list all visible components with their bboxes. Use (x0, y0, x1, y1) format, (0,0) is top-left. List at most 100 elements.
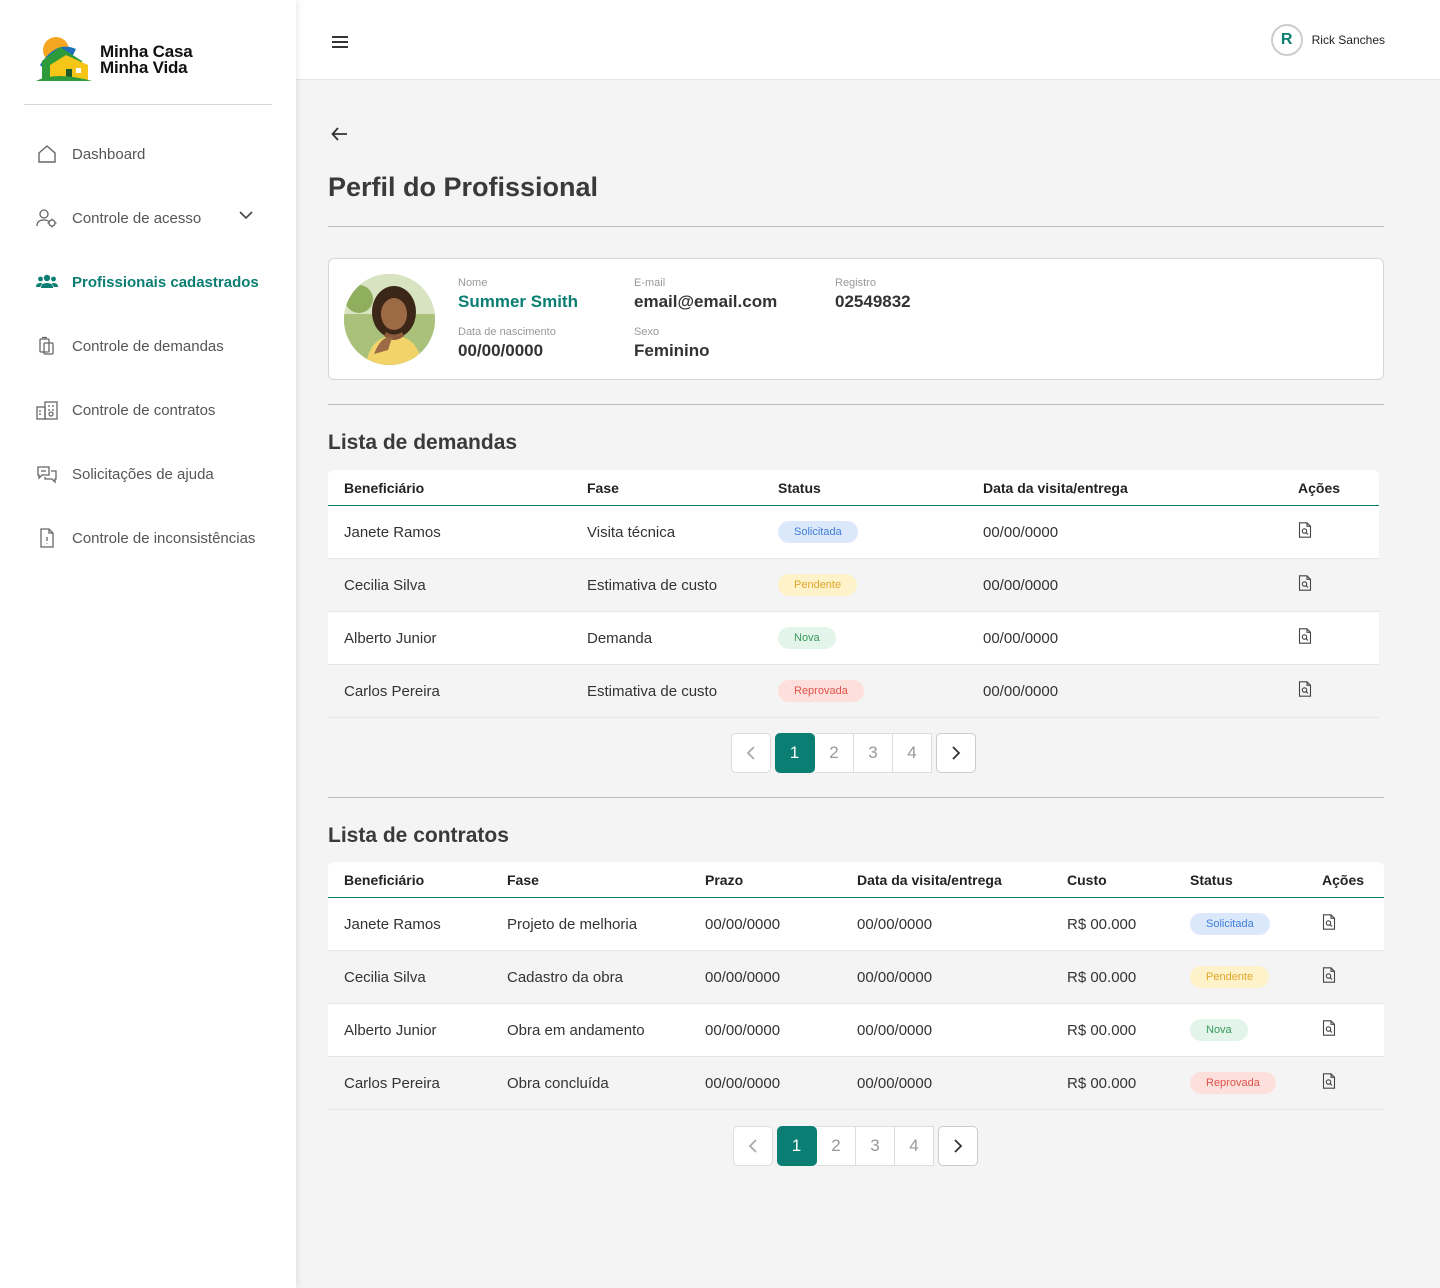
brand-logo[interactable]: Minha Casa Minha Vida (36, 34, 236, 86)
status-cell: Solicitada (762, 521, 967, 543)
view-document-icon[interactable] (1322, 967, 1336, 983)
sidebar-item-controle-acesso[interactable]: Controle de acesso (0, 186, 296, 250)
menu-icon[interactable] (332, 36, 348, 50)
chat-icon (36, 463, 58, 485)
status-badge: Solicitada (1190, 913, 1270, 935)
page-button-4[interactable]: 4 (895, 1126, 934, 1166)
clipboard-icon (36, 335, 58, 357)
profile-name-field: Nome Summer Smith (458, 277, 578, 312)
view-document-icon[interactable] (1322, 1073, 1336, 1089)
sidebar-divider (24, 104, 272, 105)
contratos-table: Beneficiário Fase Prazo Data da visita/e… (328, 862, 1384, 1110)
prev-page-button[interactable] (733, 1126, 773, 1166)
view-document-icon[interactable] (1298, 522, 1312, 538)
profile-registry: 02549832 (835, 292, 911, 311)
view-document-icon[interactable] (1322, 1020, 1336, 1036)
status-badge: Pendente (778, 574, 858, 596)
profile-registry-field: Registro 02549832 (835, 277, 911, 312)
column-header: Data da visita/entrega (857, 871, 1002, 888)
next-page-button[interactable] (938, 1126, 978, 1166)
status-badge: Pendente (1190, 966, 1270, 988)
view-document-icon[interactable] (1322, 914, 1336, 930)
sidebar-item-label: Profissionais cadastrados (72, 273, 259, 291)
page-button-1[interactable]: 1 (777, 1126, 817, 1166)
status-cell: Pendente (762, 574, 967, 596)
brand-name: Minha Casa Minha Vida (100, 43, 193, 77)
page-button-3[interactable]: 3 (854, 733, 893, 773)
birth-label: Data de nascimento (458, 326, 556, 338)
top-bar: R Rick Sanches (296, 0, 1440, 80)
column-header: Data da visita/entrega (983, 479, 1128, 496)
sidebar-item-profissionais[interactable]: Profissionais cadastrados (0, 250, 296, 314)
beneficiario-cell: Janete Ramos (344, 523, 441, 541)
back-arrow-icon[interactable] (330, 124, 350, 144)
data-cell: 00/00/0000 (983, 523, 1059, 541)
column-header: Status (778, 479, 821, 496)
view-document-icon[interactable] (1298, 575, 1312, 591)
page-button-1[interactable]: 1 (775, 733, 815, 773)
fase-cell: Obra concluída (507, 1074, 609, 1092)
prev-page-button[interactable] (731, 733, 771, 773)
registry-label: Registro (835, 277, 876, 289)
column-header: Status (1190, 871, 1233, 888)
profile-sex: Feminino (634, 341, 710, 360)
page-button-2[interactable]: 2 (817, 1126, 856, 1166)
demandas-table: Beneficiário Fase Status Data da visita/… (328, 470, 1379, 718)
beneficiario-cell: Cecilia Silva (344, 968, 426, 986)
status-badge: Nova (1190, 1019, 1248, 1041)
table-row: Janete Ramos Visita técnica Solicitada 00/0… (328, 506, 1379, 559)
sidebar-item-label: Controle de contratos (72, 401, 216, 419)
actions-cell (1282, 522, 1379, 542)
beneficiario-cell: Carlos Pereira (344, 1074, 440, 1092)
profile-birth: 00/00/0000 (458, 341, 544, 360)
beneficiario-cell: Carlos Pereira (344, 682, 440, 700)
users-settings-icon (36, 207, 58, 229)
view-document-icon[interactable] (1298, 681, 1312, 697)
document-icon (36, 527, 58, 549)
beneficiario-cell: Alberto Junior (344, 1021, 437, 1039)
column-header: Fase (587, 479, 619, 496)
actions-cell (1306, 967, 1384, 987)
fase-cell: Cadastro da obra (507, 968, 623, 986)
user-name[interactable]: Rick Sanches (1312, 33, 1385, 47)
data-cell: 00/00/0000 (857, 1074, 933, 1092)
data-cell: 00/00/0000 (857, 1021, 933, 1039)
status-cell: Reprovada (1174, 1072, 1306, 1094)
page-button-3[interactable]: 3 (856, 1126, 895, 1166)
chevron-left-icon (748, 1139, 757, 1153)
next-page-button[interactable] (936, 733, 976, 773)
actions-cell (1306, 914, 1384, 934)
page-title: Perfil do Profissional (328, 172, 599, 202)
column-header: Beneficiário (344, 871, 425, 888)
page-button-2[interactable]: 2 (815, 733, 854, 773)
user-menu[interactable]: R Rick Sanches (1270, 24, 1385, 56)
view-document-icon[interactable] (1298, 628, 1312, 644)
custo-cell: R$ 00.000 (1067, 1021, 1137, 1039)
table-row: Cecilia Silva Estimativa de custo Pendente… (328, 559, 1379, 612)
status-cell: Reprovada (762, 680, 967, 702)
chevron-right-icon (952, 746, 961, 760)
fase-cell: Estimativa de custo (587, 682, 718, 700)
fase-cell: Estimativa de custo (587, 576, 718, 594)
avatar[interactable]: R (1270, 24, 1303, 56)
sidebar-item-label: Dashboard (72, 145, 146, 163)
custo-cell: R$ 00.000 (1067, 915, 1137, 933)
sex-label: Sexo (634, 326, 660, 338)
sidebar-item-controle-demandas[interactable]: Controle de demandas (0, 314, 296, 378)
column-header: Ações (1322, 871, 1365, 888)
sidebar-item-controle-inconsistencias[interactable]: Controle de inconsistências (0, 506, 296, 570)
data-cell: 00/00/0000 (983, 682, 1059, 700)
page-button-4[interactable]: 4 (893, 733, 932, 773)
column-header: Prazo (705, 871, 744, 888)
sidebar-item-dashboard[interactable]: Dashboard (0, 122, 296, 186)
sidebar-item-solicitacoes-ajuda[interactable]: Solicitações de ajuda (0, 442, 296, 506)
profile-photo (344, 274, 435, 365)
brand-line-2: Minha Vida (100, 58, 188, 77)
profile-name: Summer Smith (458, 292, 578, 311)
fase-cell: Visita técnica (587, 523, 676, 541)
chevron-down-icon[interactable] (238, 207, 254, 224)
actions-cell (1282, 575, 1379, 595)
table-row: Alberto Junior Obra em andamento 00/00/000… (328, 1004, 1384, 1057)
status-cell: Nova (762, 627, 967, 649)
sidebar-item-controle-contratos[interactable]: Controle de contratos (0, 378, 296, 442)
